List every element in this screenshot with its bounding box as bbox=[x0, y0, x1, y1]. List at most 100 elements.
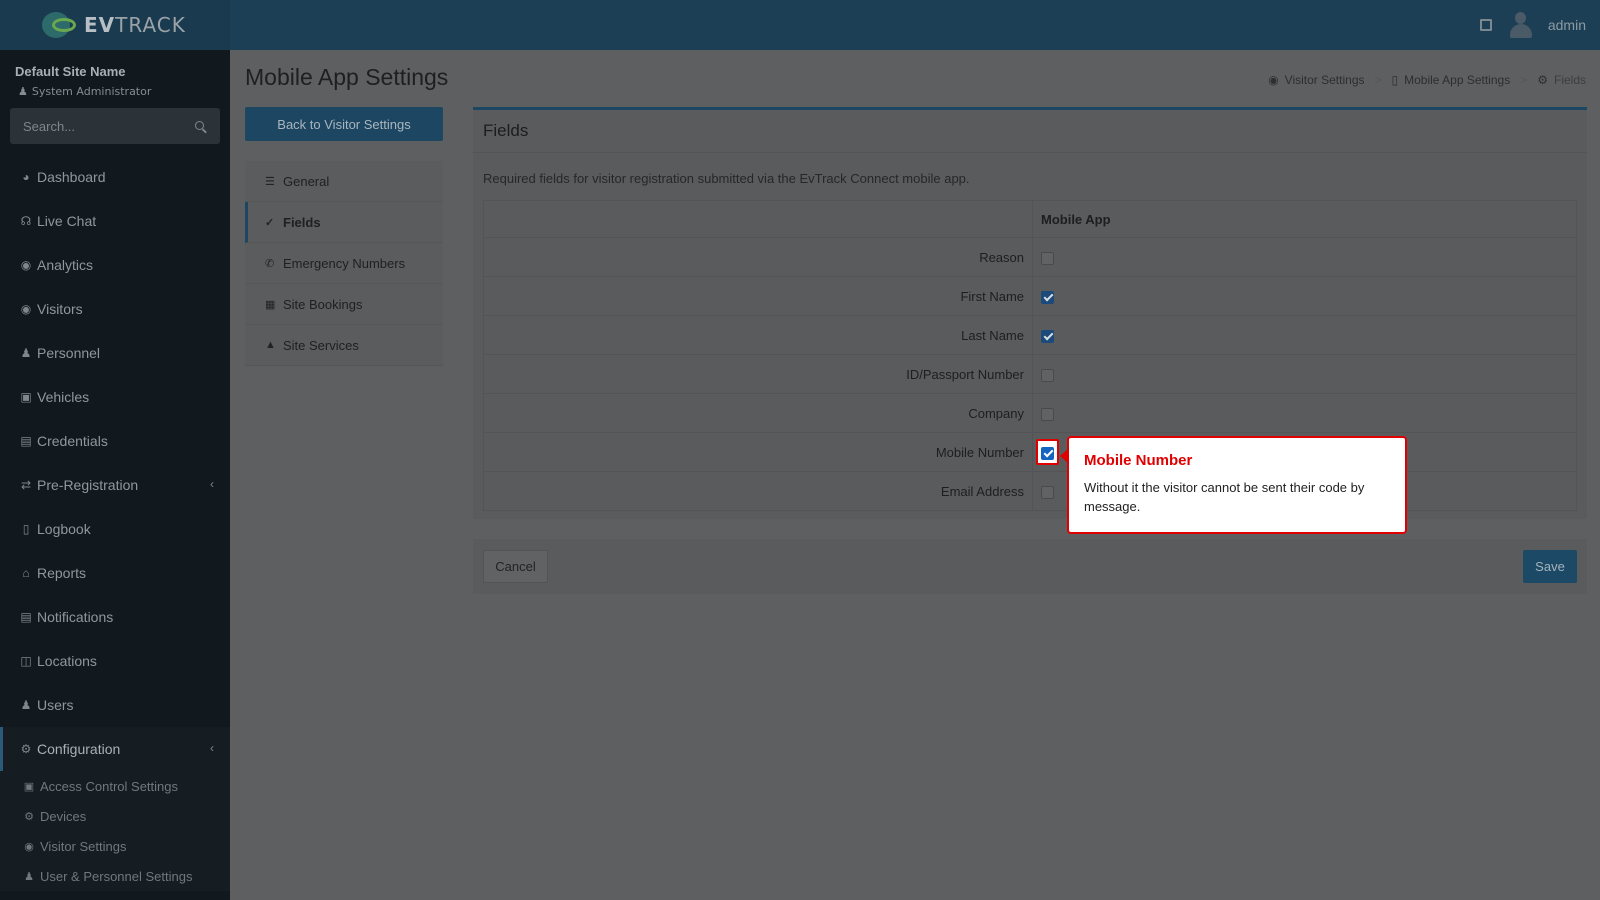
top-bar: EVTRACK admin bbox=[0, 0, 1600, 50]
sidebar: Default Site Name ♟ System Administrator… bbox=[0, 50, 230, 900]
last-name-checkbox[interactable] bbox=[1041, 329, 1054, 343]
table-header-row: Mobile App bbox=[483, 200, 1577, 238]
settings-menu: ☰ General ✓ Fields ✆ Emergency Numbers ▦ Sit… bbox=[245, 161, 443, 366]
eye-icon: ◉ bbox=[24, 840, 34, 853]
users-icon: ♟ bbox=[20, 698, 32, 712]
table-header-mobile-app: Mobile App bbox=[1032, 200, 1577, 238]
sidebar-subitem-access-control-settings[interactable]: ▣ Access Control Settings bbox=[0, 771, 230, 801]
mobile-number-checkbox[interactable] bbox=[1041, 446, 1054, 460]
search-input[interactable] bbox=[10, 108, 220, 144]
field-label: ID/Passport Number bbox=[483, 354, 1033, 394]
sidebar-item-users[interactable]: ♟ Users bbox=[0, 683, 230, 727]
user-menu-name[interactable]: admin bbox=[1548, 17, 1586, 33]
globe-logo-icon bbox=[38, 10, 84, 40]
user-icon: ♟ bbox=[18, 85, 28, 98]
breadcrumb-mobile-app-settings[interactable]: Mobile App Settings bbox=[1404, 73, 1510, 87]
sidebar-subitem-visitor-settings[interactable]: ◉ Visitor Settings bbox=[0, 831, 230, 861]
field-label: Mobile Number bbox=[483, 432, 1033, 472]
sidebar-item-visitors[interactable]: ◉ Visitors bbox=[0, 287, 230, 331]
form-actions: Cancel Save bbox=[473, 539, 1587, 594]
sidebar-search bbox=[10, 108, 220, 144]
menu-item-fields[interactable]: ✓ Fields bbox=[245, 202, 443, 243]
mobile-number-tooltip: Mobile Number Without it the visitor can… bbox=[1060, 436, 1407, 534]
sidebar-item-notifications[interactable]: ▤ Notifications bbox=[0, 595, 230, 639]
eye-icon: ◉ bbox=[1268, 73, 1279, 87]
table-row: ID/Passport Number bbox=[483, 354, 1577, 394]
brand-logo[interactable]: EVTRACK bbox=[0, 0, 230, 50]
table-row: Email Address bbox=[483, 471, 1577, 511]
sidebar-item-reports[interactable]: ⌂ Reports bbox=[0, 551, 230, 595]
fields-table: Mobile App Reason First Name Last Name I… bbox=[483, 200, 1577, 511]
field-label: Last Name bbox=[483, 315, 1033, 355]
sidebar-item-vehicles[interactable]: ▣ Vehicles bbox=[0, 375, 230, 419]
breadcrumb-visitor-settings[interactable]: Visitor Settings bbox=[1285, 73, 1365, 87]
breadcrumb-separator: > bbox=[1374, 73, 1382, 87]
table-row: Reason bbox=[483, 237, 1577, 277]
table-header-empty bbox=[483, 200, 1033, 238]
car-icon: ▣ bbox=[20, 390, 32, 404]
sidebar-item-analytics[interactable]: ◉ Analytics bbox=[0, 243, 230, 287]
map-icon: ◫ bbox=[20, 654, 32, 668]
field-label: First Name bbox=[483, 276, 1033, 316]
sidebar-item-locations[interactable]: ◫ Locations bbox=[0, 639, 230, 683]
reports-icon: ⌂ bbox=[22, 566, 30, 580]
sliders-icon: ☰ bbox=[265, 175, 275, 188]
lock-icon: ▣ bbox=[23, 780, 35, 793]
tooltip-title: Mobile Number bbox=[1084, 452, 1193, 469]
fields-card-title: Fields bbox=[473, 110, 1587, 153]
menu-item-emergency-numbers[interactable]: ✆ Emergency Numbers bbox=[245, 243, 443, 284]
chat-icon: ▤ bbox=[20, 610, 32, 624]
first-name-checkbox[interactable] bbox=[1041, 290, 1054, 304]
brand-name: EVTRACK bbox=[84, 13, 186, 37]
sidebar-subitem-devices[interactable]: ⚙ Devices bbox=[0, 801, 230, 831]
menu-item-general[interactable]: ☰ General bbox=[245, 161, 443, 202]
fields-card: Fields Required fields for visitor regis… bbox=[473, 107, 1587, 519]
sidebar-item-pre-registration[interactable]: ⇄ Pre-Registration ‹ bbox=[0, 463, 230, 507]
phone-icon: ✆ bbox=[265, 257, 275, 270]
email-address-checkbox[interactable] bbox=[1041, 485, 1054, 499]
breadcrumb: ◉ Visitor Settings > ▯ Mobile App Settin… bbox=[1268, 73, 1586, 87]
cancel-button[interactable]: Cancel bbox=[483, 550, 548, 583]
table-row: Company bbox=[483, 393, 1577, 433]
user-avatar-icon[interactable] bbox=[1508, 12, 1532, 38]
gear-icon: ⚙ bbox=[1537, 73, 1548, 87]
sidebar-item-dashboard[interactable]: ◕ Dashboard bbox=[0, 155, 230, 199]
menu-item-site-bookings[interactable]: ▦ Site Bookings bbox=[245, 284, 443, 325]
analytics-icon: ◉ bbox=[20, 258, 32, 272]
search-icon[interactable] bbox=[195, 121, 204, 130]
sidebar-item-logbook[interactable]: ▯ Logbook bbox=[0, 507, 230, 551]
menu-item-site-services[interactable]: ▲ Site Services bbox=[245, 325, 443, 366]
fields-description: Required fields for visitor registration… bbox=[483, 171, 970, 186]
chevron-left-icon: ‹ bbox=[210, 741, 214, 755]
manual-book-icon[interactable] bbox=[1479, 19, 1492, 31]
calendar-icon: ▦ bbox=[265, 298, 276, 311]
personnel-icon: ♟ bbox=[20, 346, 32, 360]
sidebar-nav: ◕ Dashboard ☊ Live Chat ◉ Analytics ◉ Visito… bbox=[0, 155, 230, 891]
site-name: Default Site Name bbox=[15, 64, 126, 79]
sidebar-item-personnel[interactable]: ♟ Personnel bbox=[0, 331, 230, 375]
breadcrumb-fields: Fields bbox=[1553, 73, 1586, 87]
eye-icon: ◉ bbox=[20, 302, 32, 316]
table-row: First Name bbox=[483, 276, 1577, 316]
sidebar-item-live-chat[interactable]: ☊ Live Chat bbox=[0, 199, 230, 243]
bell-icon: ▲ bbox=[265, 339, 276, 351]
page-title: Mobile App Settings bbox=[245, 64, 449, 90]
configuration-submenu: ▣ Access Control Settings ⚙ Devices ◉ Visit… bbox=[0, 771, 230, 891]
save-button[interactable]: Save bbox=[1523, 550, 1577, 583]
field-label: Company bbox=[483, 393, 1033, 433]
devices-icon: ⚙ bbox=[24, 810, 34, 823]
chevron-left-icon: ‹ bbox=[210, 477, 214, 491]
book-icon: ▯ bbox=[22, 522, 30, 536]
field-label: Reason bbox=[483, 237, 1033, 277]
users-icon: ♟ bbox=[24, 870, 34, 883]
headset-icon: ☊ bbox=[20, 214, 32, 228]
reason-checkbox[interactable] bbox=[1041, 251, 1054, 265]
id-passport-checkbox[interactable] bbox=[1041, 368, 1054, 382]
company-checkbox[interactable] bbox=[1041, 407, 1054, 421]
credentials-icon: ▤ bbox=[20, 434, 32, 448]
sidebar-item-configuration[interactable]: ⚙ Configuration ‹ bbox=[0, 727, 230, 771]
sidebar-item-credentials[interactable]: ▤ Credentials bbox=[0, 419, 230, 463]
sidebar-subitem-user-personnel-settings[interactable]: ♟ User & Personnel Settings bbox=[0, 861, 230, 891]
table-row: Mobile Number bbox=[483, 432, 1577, 472]
back-to-visitor-settings-button[interactable]: Back to Visitor Settings bbox=[245, 107, 443, 141]
